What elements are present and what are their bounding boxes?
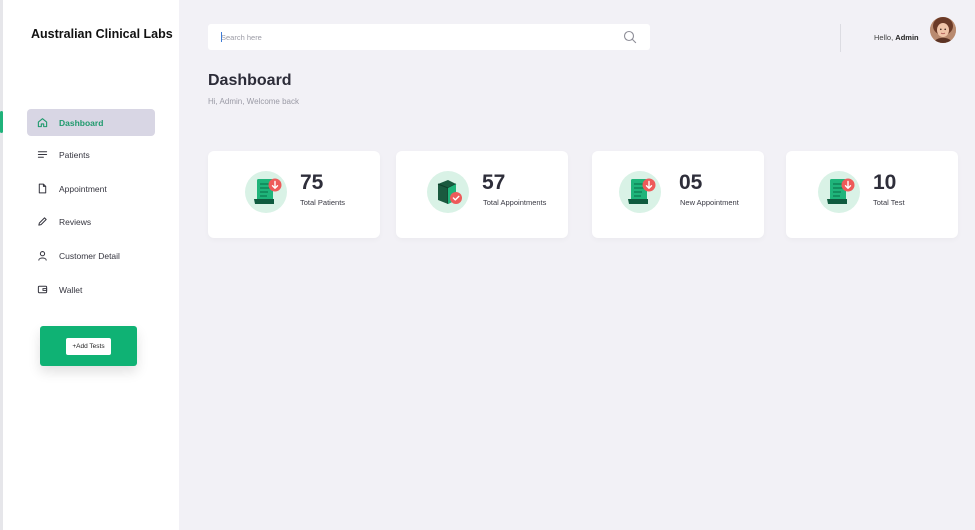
sidebar-edge xyxy=(0,0,3,530)
text-caret xyxy=(221,32,222,42)
stat-value: 05 xyxy=(679,171,703,194)
sidebar-item-patients[interactable]: Patients xyxy=(27,141,155,168)
list-icon xyxy=(36,148,49,161)
sidebar-item-label: Reviews xyxy=(59,216,92,227)
search-bar xyxy=(208,24,650,50)
stat-card-new-appointment[interactable]: 05 New Appointment xyxy=(592,151,764,238)
sidebar-item-label: Customer Detail xyxy=(59,250,120,261)
header-divider xyxy=(840,24,841,52)
stat-card-total-patients[interactable]: 75 Total Patients xyxy=(208,151,380,238)
sidebar-item-label: Dashboard xyxy=(59,117,104,128)
stat-label: New Appointment xyxy=(680,198,739,207)
avatar[interactable] xyxy=(930,17,956,43)
user-greeting: Hello, Admin xyxy=(874,33,919,42)
receipt-download-icon xyxy=(618,170,662,214)
stat-value: 10 xyxy=(873,171,897,194)
stat-value: 57 xyxy=(482,171,506,194)
brand-title: Australian Clinical Labs xyxy=(31,27,173,41)
wallet-icon xyxy=(36,283,49,296)
add-tests-button[interactable]: +Add Tests xyxy=(66,337,111,355)
stat-label: Total Test xyxy=(873,198,905,207)
page-title: Dashboard xyxy=(208,72,292,89)
sidebar-item-dashboard[interactable]: Dashboard xyxy=(27,109,155,136)
file-icon xyxy=(36,182,49,195)
page-subtitle: Hi, Admin, Welcome back xyxy=(208,97,299,106)
stat-card-total-appointments[interactable]: 57 Total Appointments xyxy=(396,151,568,238)
pencil-icon xyxy=(36,215,49,228)
add-tests-panel: +Add Tests xyxy=(40,326,137,366)
stat-value: 75 xyxy=(300,171,324,194)
greeting-name: Admin xyxy=(895,33,919,42)
sidebar-item-wallet[interactable]: Wallet xyxy=(27,276,155,303)
active-nav-marker xyxy=(0,111,3,133)
sidebar: Australian Clinical Labs Dashboard Patie… xyxy=(0,0,179,530)
greeting-prefix: Hello, xyxy=(874,33,894,42)
home-icon xyxy=(36,116,49,129)
search-icon[interactable] xyxy=(623,30,637,44)
sidebar-item-reviews[interactable]: Reviews xyxy=(27,208,155,235)
user-icon xyxy=(36,249,49,262)
stat-label: Total Patients xyxy=(300,198,346,207)
sidebar-item-label: Wallet xyxy=(59,284,83,295)
sidebar-item-customer-detail[interactable]: Customer Detail xyxy=(27,242,155,269)
box-check-icon xyxy=(426,170,470,214)
search-input[interactable] xyxy=(208,24,598,50)
receipt-download-icon xyxy=(817,170,861,214)
sidebar-item-label: Patients xyxy=(59,149,90,160)
receipt-download-icon xyxy=(244,170,288,214)
stat-card-total-test[interactable]: 10 Total Test xyxy=(786,151,958,238)
stat-label: Total Appointments xyxy=(483,198,547,207)
sidebar-item-appointment[interactable]: Appointment xyxy=(27,175,155,202)
sidebar-item-label: Appointment xyxy=(59,183,107,194)
